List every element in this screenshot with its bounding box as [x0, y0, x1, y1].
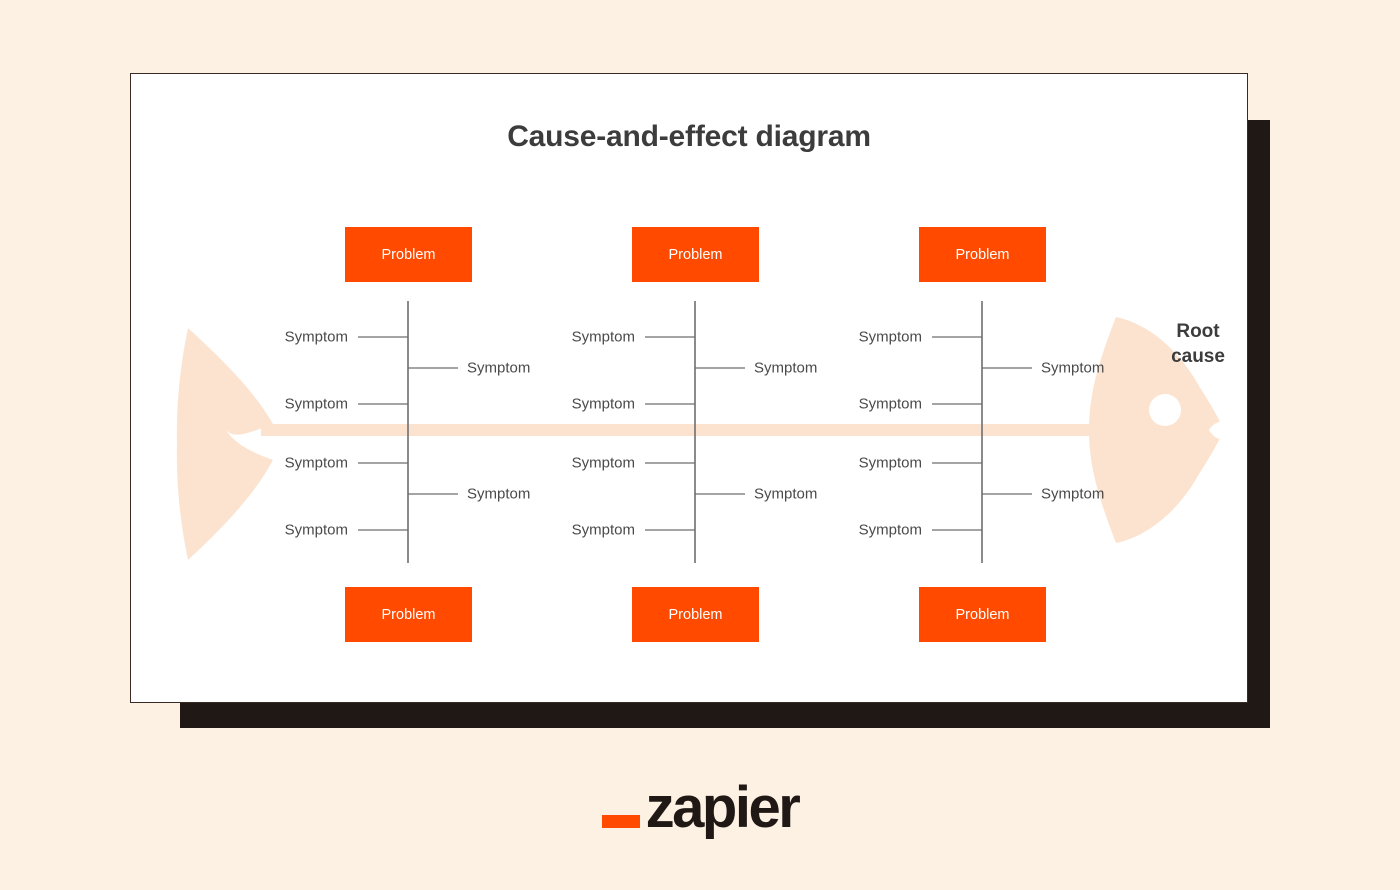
symptom-label-1-right-2: Symptom	[467, 485, 531, 503]
fish-tail	[176, 328, 273, 560]
symptom-label-3-left-2: Symptom	[858, 395, 922, 413]
symptom-label-1-left-1: Symptom	[284, 328, 348, 346]
symptom-label-1-left-3: Symptom	[284, 454, 348, 472]
symptom-label-3-left-1: Symptom	[858, 328, 922, 346]
symptom-label-2-right-2: Symptom	[754, 485, 818, 503]
symptom-label-2-left-3: Symptom	[571, 454, 635, 472]
diagram-card: Cause-and-effect diagram Problem Problem…	[130, 73, 1248, 703]
symptom-label-1-left-2: Symptom	[284, 395, 348, 413]
fishbone-diagram: Problem Problem Symptom Symptom Symptom …	[131, 74, 1247, 702]
symptom-label-2-left-2: Symptom	[571, 395, 635, 413]
problem-box-top-1[interactable]: Problem	[345, 227, 472, 282]
fish-eye	[1149, 394, 1181, 426]
symptom-label-1-left-4: Symptom	[284, 521, 348, 539]
problem-box-top-2[interactable]: Problem	[632, 227, 759, 282]
symptom-label-3-right-1: Symptom	[1041, 359, 1105, 377]
symptom-label-2-right-1: Symptom	[754, 359, 818, 377]
zapier-logo: zapier	[0, 775, 1400, 840]
zapier-wordmark: zapier	[645, 775, 801, 840]
root-cause-line-2: cause	[1171, 346, 1225, 368]
problem-box-bottom-1[interactable]: Problem	[345, 587, 472, 642]
problem-box-top-3[interactable]: Problem	[919, 227, 1046, 282]
problem-box-bottom-3[interactable]: Problem	[919, 587, 1046, 642]
symptom-label-2-left-4: Symptom	[571, 521, 635, 539]
symptom-label-1-right-1: Symptom	[467, 359, 531, 377]
root-cause-label: Root cause	[1143, 319, 1253, 369]
problem-box-bottom-2[interactable]: Problem	[632, 587, 759, 642]
root-cause-line-1: Root	[1176, 321, 1220, 342]
symptom-label-3-left-3: Symptom	[858, 454, 922, 472]
symptom-label-2-left-1: Symptom	[571, 328, 635, 346]
fish-spine-bar	[261, 424, 1141, 436]
symptom-label-3-left-4: Symptom	[858, 521, 922, 539]
zapier-dash-icon	[601, 815, 640, 829]
symptom-label-3-right-2: Symptom	[1041, 485, 1105, 503]
